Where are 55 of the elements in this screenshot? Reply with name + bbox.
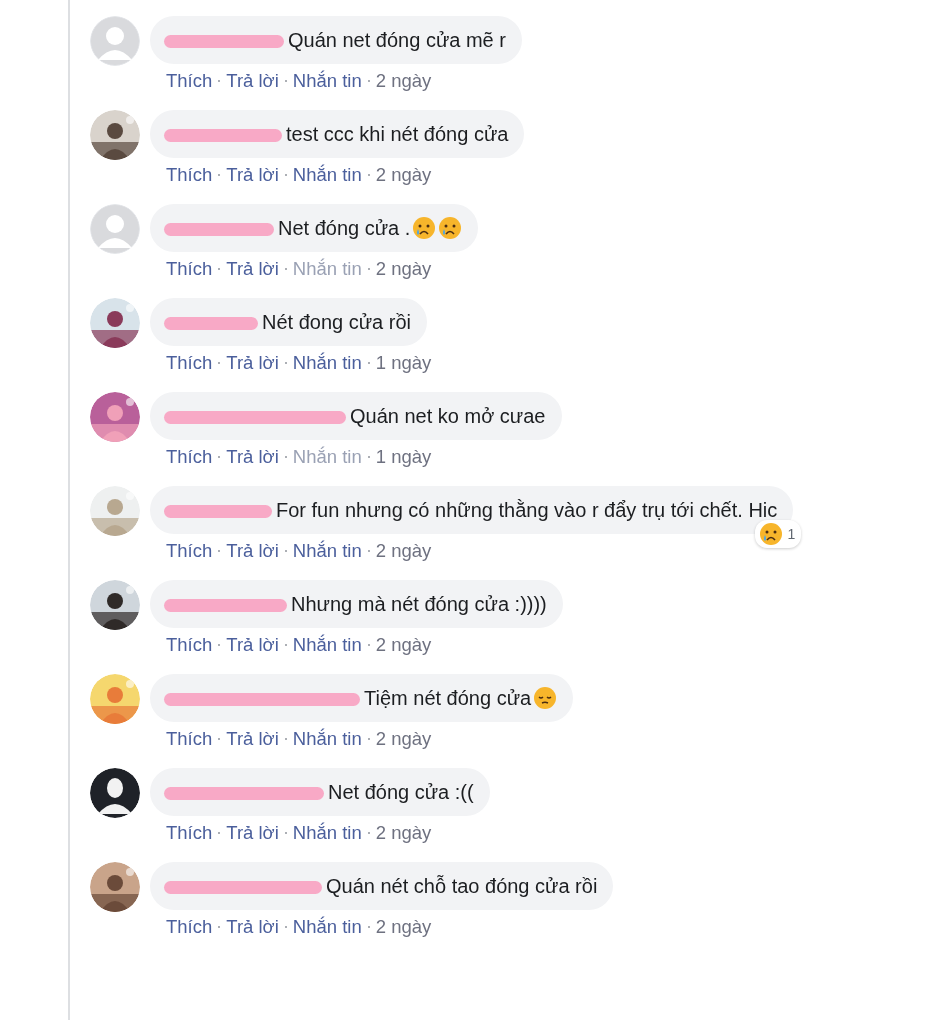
comment-action-link[interactable]: Nhắn tin bbox=[292, 352, 362, 374]
comment-action-link[interactable]: Nhắn tin bbox=[292, 822, 362, 844]
comment-action-link[interactable]: Nhắn tin bbox=[292, 634, 362, 656]
comment-action-link[interactable]: Nhắn tin bbox=[292, 164, 362, 186]
comment-text: For fun nhưng có những thằng vào r đẩy trụ tới chết. Hic bbox=[276, 499, 778, 521]
comment-action-link[interactable]: Trả lời bbox=[226, 70, 279, 92]
comment-action-link[interactable]: Thích bbox=[166, 916, 213, 938]
reaction-badge[interactable]: 1 bbox=[755, 520, 802, 548]
comment-action-link[interactable]: Nhắn tin bbox=[292, 728, 362, 750]
comment-action-link[interactable]: Trả lời bbox=[226, 634, 279, 656]
comment-text: Tiệm nét đóng cửa bbox=[364, 687, 532, 709]
sad-face-icon bbox=[533, 686, 558, 710]
comment-time[interactable]: 2 ngày bbox=[375, 728, 432, 750]
comment-action-link[interactable]: Trả lời bbox=[226, 352, 279, 374]
comment-text: Net đóng cửa :(( bbox=[328, 781, 474, 803]
comment-action-link[interactable]: Thích bbox=[166, 822, 213, 844]
comment-action-link[interactable]: Trả lời bbox=[226, 540, 279, 562]
comment-action-link[interactable]: Thích bbox=[166, 634, 213, 656]
comment-action-link[interactable]: Thích bbox=[166, 728, 213, 750]
comment-time[interactable]: 2 ngày bbox=[375, 822, 432, 844]
comment-action-link[interactable]: Trả lời bbox=[226, 258, 279, 280]
comment-action-link[interactable]: Nhắn tin bbox=[292, 70, 362, 92]
crying-face-icon bbox=[412, 216, 437, 240]
comment-time[interactable]: 1 ngày bbox=[375, 446, 432, 468]
comment-action-link[interactable]: Nhắn tin bbox=[292, 916, 362, 938]
comment-action-link[interactable]: Trả lời bbox=[226, 164, 279, 186]
avatar[interactable] bbox=[90, 768, 140, 818]
comment-text: test ccc khi nét đóng cửa bbox=[286, 123, 509, 145]
comment-text: Nét đong cửa rồi bbox=[262, 311, 412, 333]
comment-text: Quán net ko mở cưae bbox=[350, 405, 546, 427]
crying-face-icon bbox=[759, 522, 784, 546]
crying-face-icon bbox=[438, 216, 463, 240]
comment-action-link[interactable]: Thích bbox=[166, 70, 213, 92]
comment-time[interactable]: 1 ngày bbox=[375, 352, 432, 374]
comment-text: Quán net đóng cửa mẽ r bbox=[288, 29, 506, 51]
comment-time[interactable]: 2 ngày bbox=[375, 164, 432, 186]
comment-text: Quán nét chỗ tao đóng cửa rồi bbox=[326, 875, 598, 897]
comment-text: Nhưng mà nét đóng cửa :)))) bbox=[291, 593, 547, 615]
comment-action-link[interactable]: Trả lời bbox=[226, 728, 279, 750]
comment-text: Net đóng cửa . bbox=[278, 217, 411, 239]
comment-time[interactable]: 2 ngày bbox=[375, 634, 432, 656]
comment-time[interactable]: 2 ngày bbox=[375, 70, 432, 92]
comment-action-link[interactable]: Trả lời bbox=[226, 446, 279, 468]
comment-action-link[interactable]: Trả lời bbox=[226, 916, 279, 938]
comment-action-link[interactable]: Thích bbox=[166, 164, 213, 186]
comment-action-link[interactable]: Thích bbox=[166, 446, 213, 468]
comment-action-link[interactable]: Thích bbox=[166, 540, 213, 562]
comment-action-link[interactable]: Nhắn tin bbox=[292, 540, 362, 562]
comment-action-link[interactable]: Thích bbox=[166, 352, 213, 374]
comment-action-link[interactable]: Thích bbox=[166, 258, 213, 280]
comment-action-link[interactable]: Trả lời bbox=[226, 822, 279, 844]
comment-time[interactable]: 2 ngày bbox=[375, 540, 432, 562]
comment-time[interactable]: 2 ngày bbox=[375, 258, 432, 280]
comment-time[interactable]: 2 ngày bbox=[375, 916, 432, 938]
reaction-count: 1 bbox=[787, 526, 796, 542]
